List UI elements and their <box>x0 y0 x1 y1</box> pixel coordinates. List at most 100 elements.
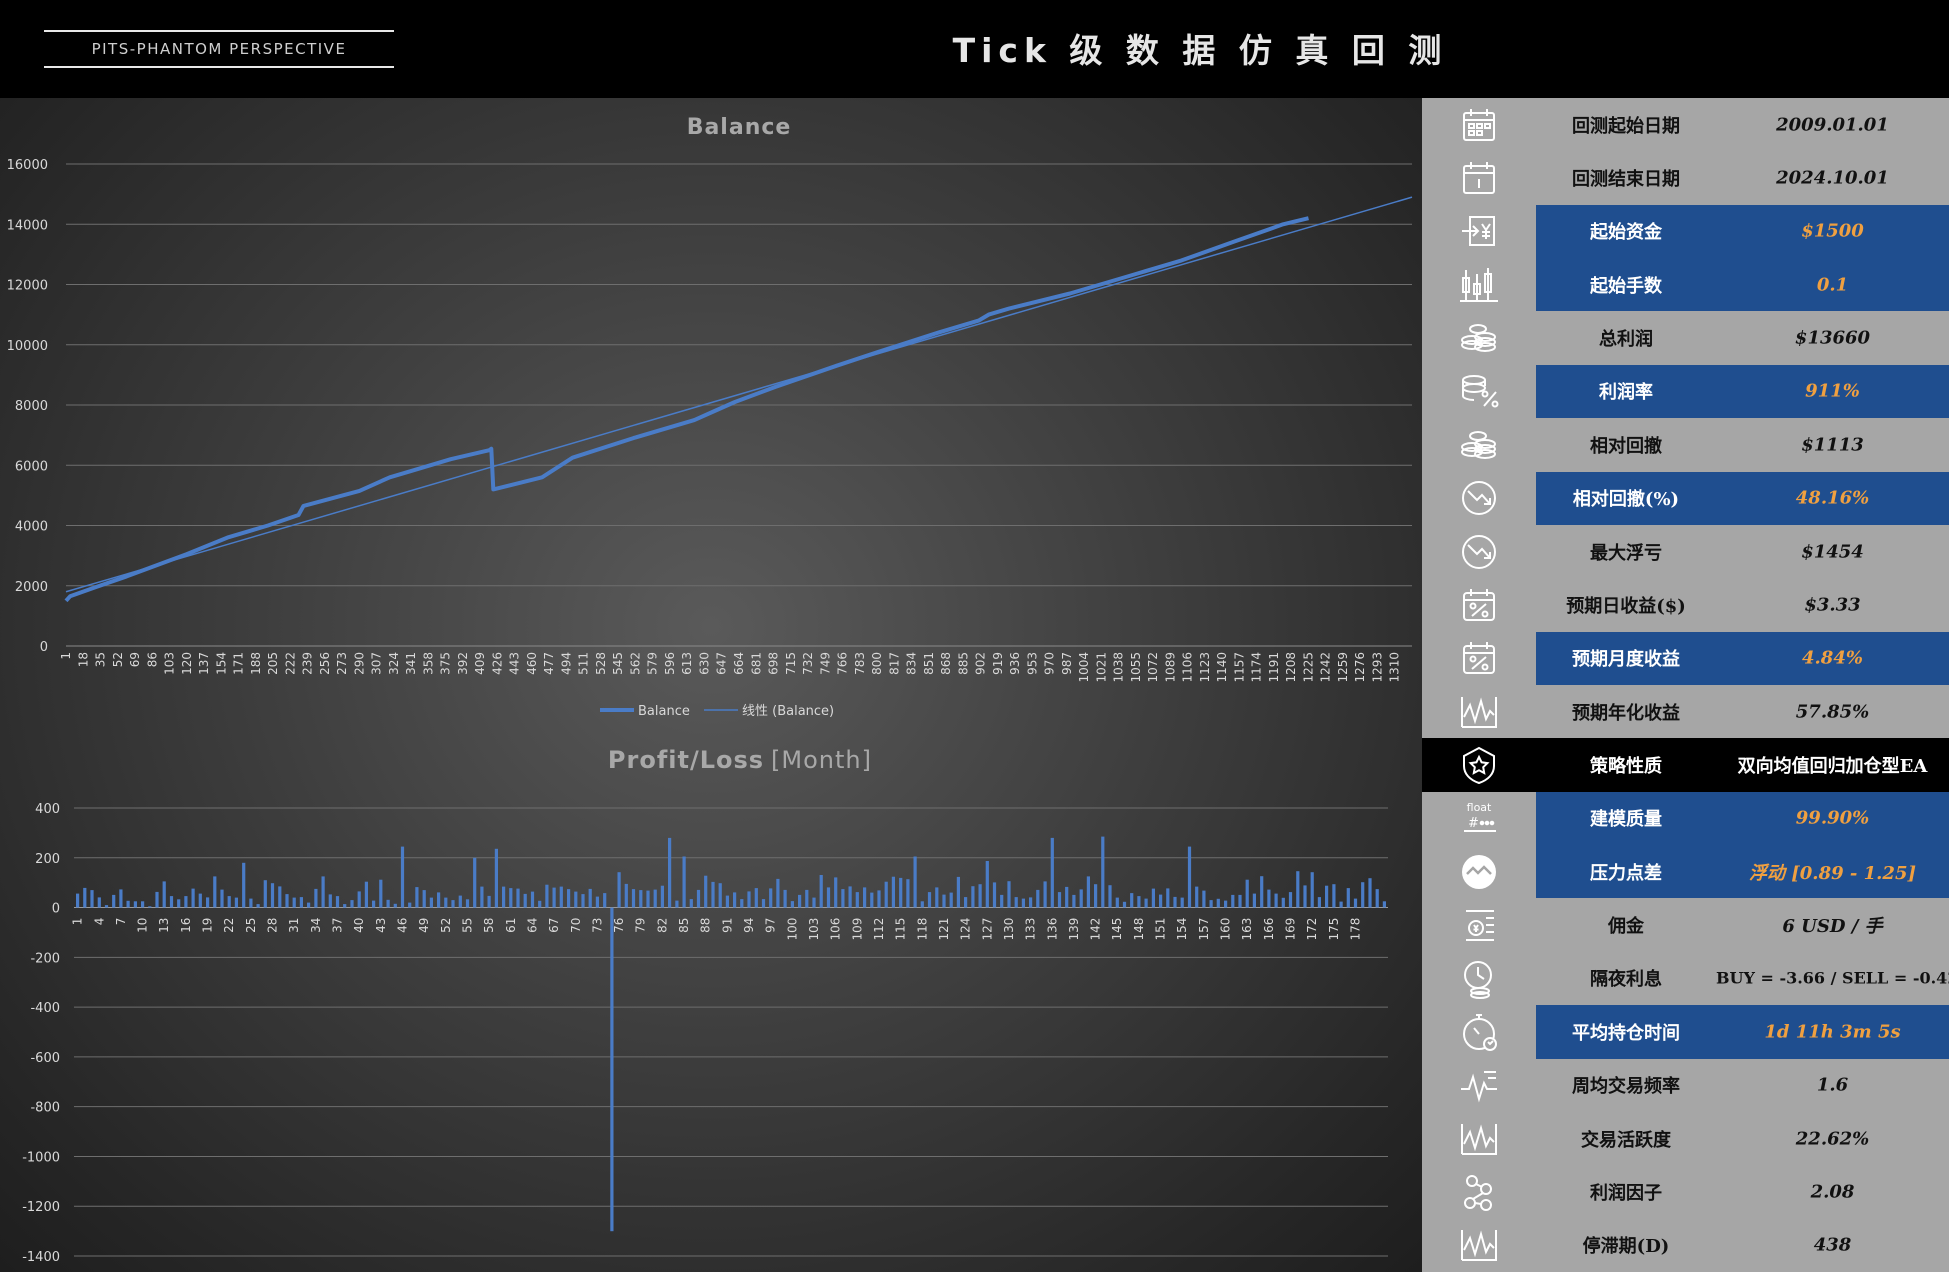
pnl-bar <box>884 881 888 908</box>
balance-x-tick: 698 <box>767 652 781 675</box>
stat-value: 0.1 <box>1816 274 1849 296</box>
stat-value: $1500 <box>1801 220 1864 242</box>
pnl-bar <box>595 896 599 908</box>
pnl-bar <box>1079 889 1083 908</box>
balance-x-tick: 766 <box>836 652 850 675</box>
pnl-bar <box>292 897 296 908</box>
balance-x-tick: 239 <box>301 652 315 675</box>
balance-x-tick: 307 <box>370 652 384 675</box>
pnl-bar <box>90 890 94 908</box>
stat-row: 回测结束日期 2024.10.01 <box>1422 151 1949 204</box>
pnl-chart-title-suffix: [Month] <box>771 746 872 774</box>
pnl-bar <box>761 899 766 908</box>
pnl-x-tick: 130 <box>1002 918 1016 941</box>
pnl-bar <box>133 901 137 908</box>
pnl-x-tick: 154 <box>1175 918 1189 941</box>
pnl-x-tick: 85 <box>677 918 691 933</box>
pnl-bar <box>978 884 982 908</box>
balance-x-tick: 885 <box>956 652 970 675</box>
pnl-bar <box>1072 894 1076 908</box>
pnl-bar <box>646 890 650 908</box>
coins-percent-icon <box>1458 370 1500 412</box>
pnl-x-tick: 25 <box>244 918 258 933</box>
stat-row: 周均交易频率 1.6 <box>1422 1059 1949 1112</box>
pnl-bar <box>184 896 188 908</box>
svg-text:float: float <box>1467 801 1492 814</box>
pnl-y-tick: -800 <box>30 1101 60 1116</box>
pnl-x-tick: 91 <box>720 918 734 933</box>
balance-x-tick: 171 <box>232 652 246 675</box>
pnl-x-tick: 40 <box>352 918 366 933</box>
pnl-bar <box>1130 893 1134 908</box>
pnl-x-tick: 109 <box>850 918 864 941</box>
pnl-x-tick: 115 <box>894 918 908 941</box>
pnl-bar <box>502 886 506 908</box>
pnl-y-tick: -1000 <box>22 1150 60 1165</box>
pnl-x-tick: 34 <box>309 918 323 933</box>
pnl-bar <box>169 896 174 908</box>
stat-label: 预期月度收益 <box>1572 649 1680 671</box>
stat-label: 平均持仓时间 <box>1572 1022 1680 1044</box>
pnl-bar <box>415 887 419 908</box>
page-title: Tick 级 数 据 仿 真 回 测 <box>952 31 1448 70</box>
pulse-chart-icon <box>1458 691 1500 733</box>
stat-label: 起始手数 <box>1590 275 1662 297</box>
pnl-x-tick: 58 <box>482 918 496 933</box>
pnl-bar <box>487 895 491 908</box>
clock-coins-icon <box>1458 957 1500 1000</box>
stat-label: 预期日收益($) <box>1566 595 1686 617</box>
stat-value: 22.62% <box>1795 1128 1870 1150</box>
pnl-x-tick: 175 <box>1327 918 1341 941</box>
balance-x-tick: 1004 <box>1077 652 1091 683</box>
calendar-grid-icon <box>1458 104 1500 146</box>
coins-icon <box>1458 424 1500 466</box>
balance-y-tick: 4000 <box>15 520 48 535</box>
pnl-x-tick: 70 <box>569 918 583 933</box>
pnl-bar <box>1296 871 1300 908</box>
pnl-bar <box>191 888 195 908</box>
balance-trendline <box>65 196 1413 593</box>
stat-value: $1454 <box>1801 541 1864 563</box>
balance-x-tick: 1174 <box>1250 652 1264 683</box>
balance-x-tick: 154 <box>214 652 228 675</box>
pnl-bar <box>386 899 390 908</box>
heartbeat-icon <box>1458 1064 1500 1106</box>
stat-row: 预期日收益($) $3.33 <box>1422 578 1949 631</box>
pnl-bar <box>148 906 152 908</box>
balance-x-tick: 1140 <box>1215 652 1229 683</box>
balance-y-tick: 16000 <box>7 158 48 173</box>
pnl-x-tick: 178 <box>1349 918 1363 941</box>
pnl-bar <box>263 880 267 908</box>
pnl-bar <box>1317 897 1321 908</box>
pnl-x-tick: 13 <box>157 918 171 933</box>
pnl-bar <box>155 891 159 908</box>
pnl-bar <box>206 897 210 908</box>
pnl-bar <box>653 889 657 908</box>
pnl-bar <box>76 893 80 908</box>
timer-icon <box>1458 1011 1500 1053</box>
pnl-bar <box>523 893 527 908</box>
pnl-bar <box>841 889 845 908</box>
pnl-bar <box>783 889 787 908</box>
balance-x-tick: 460 <box>525 652 539 675</box>
legend-balance-label: Balance <box>638 704 690 719</box>
balance-x-tick: 273 <box>335 652 349 675</box>
pnl-bar <box>920 901 924 908</box>
pnl-bar <box>942 894 946 908</box>
balance-x-tick: 783 <box>853 652 867 675</box>
pnl-bar <box>798 894 802 908</box>
pnl-x-tick: 22 <box>222 918 236 933</box>
balance-x-tick: 1157 <box>1232 652 1246 683</box>
stat-row: 回测起始日期 2009.01.01 <box>1422 98 1949 151</box>
pnl-bar <box>177 899 181 908</box>
pnl-x-tick: 136 <box>1045 918 1059 941</box>
pnl-bar <box>769 888 773 908</box>
stat-row: 平均持仓时间 1d 11h 3m 5s <box>1422 1005 1949 1059</box>
balance-x-tick: 545 <box>611 652 625 675</box>
stat-row: 压力点差 浮动 [0.89 - 1.25] <box>1422 845 1949 899</box>
pnl-x-tick: 4 <box>92 918 106 926</box>
pnl-x-tick: 37 <box>331 918 345 933</box>
stat-value: 1.6 <box>1816 1074 1849 1096</box>
pnl-bar <box>400 846 405 908</box>
pnl-bar <box>747 891 751 908</box>
